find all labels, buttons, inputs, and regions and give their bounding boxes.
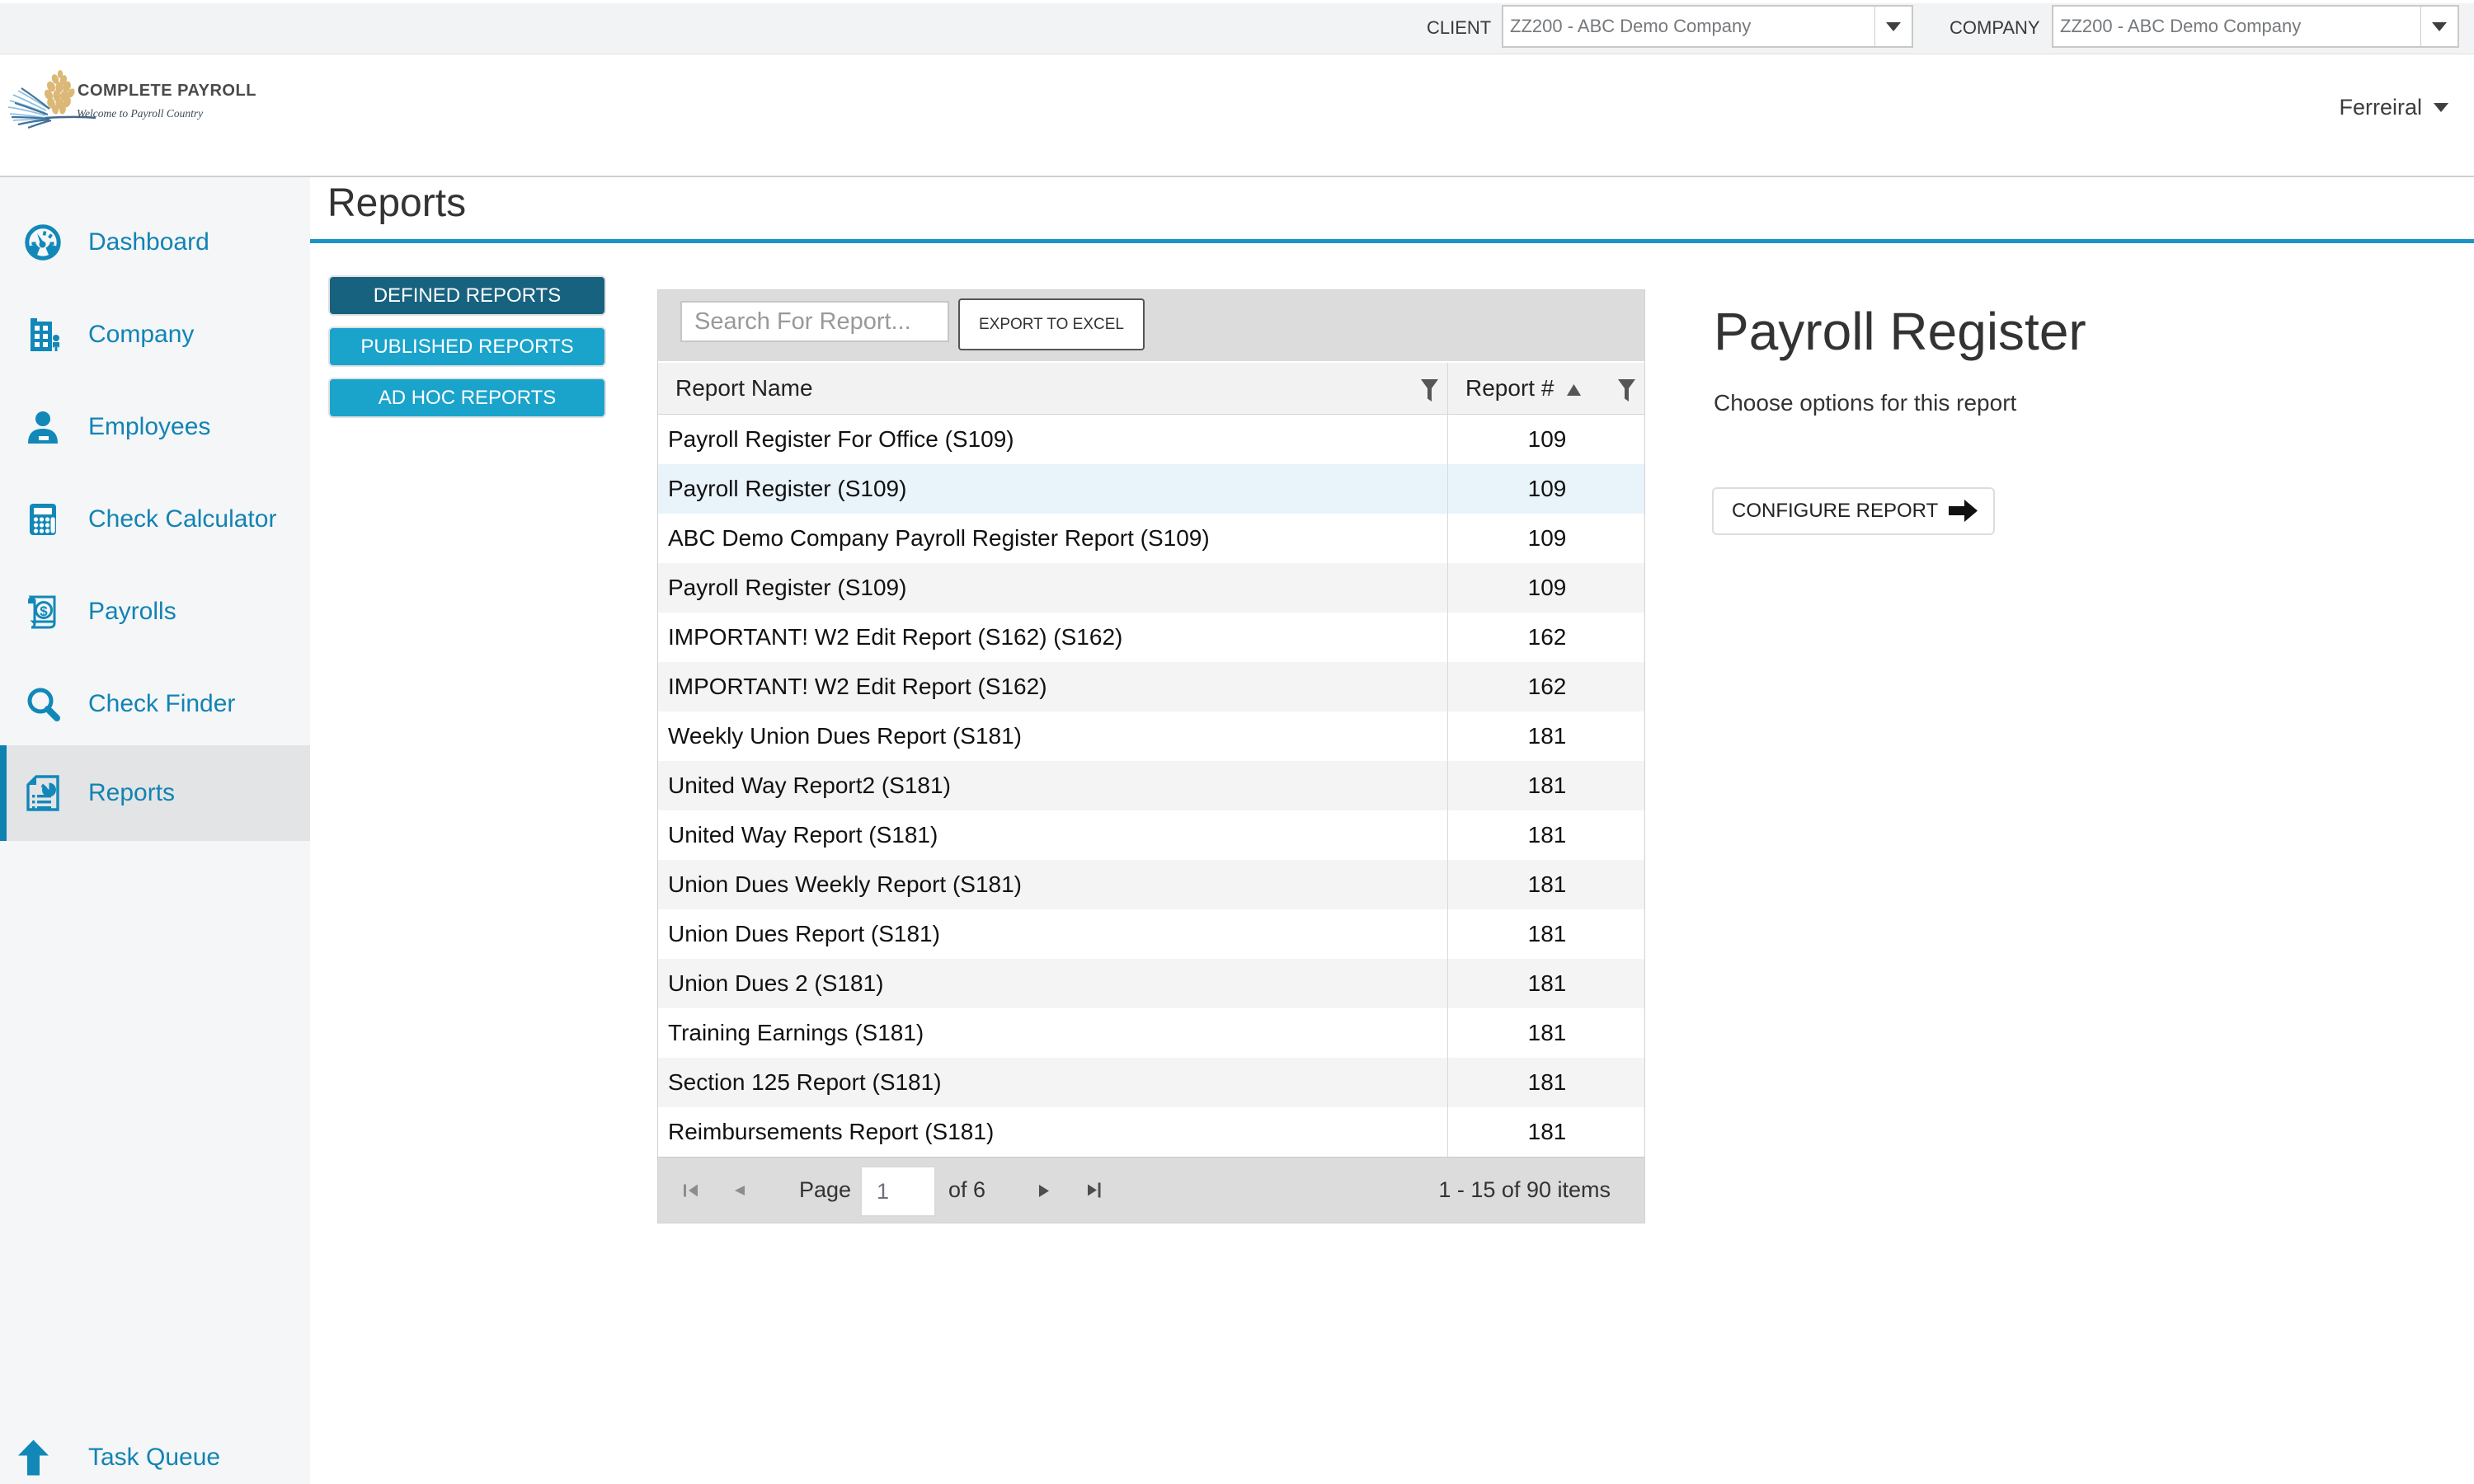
svg-text:$: $ xyxy=(40,603,48,619)
svg-text:COMPLETE PAYROLL: COMPLETE PAYROLL xyxy=(78,82,256,100)
svg-text:Welcome to Payroll Country: Welcome to Payroll Country xyxy=(77,107,203,120)
